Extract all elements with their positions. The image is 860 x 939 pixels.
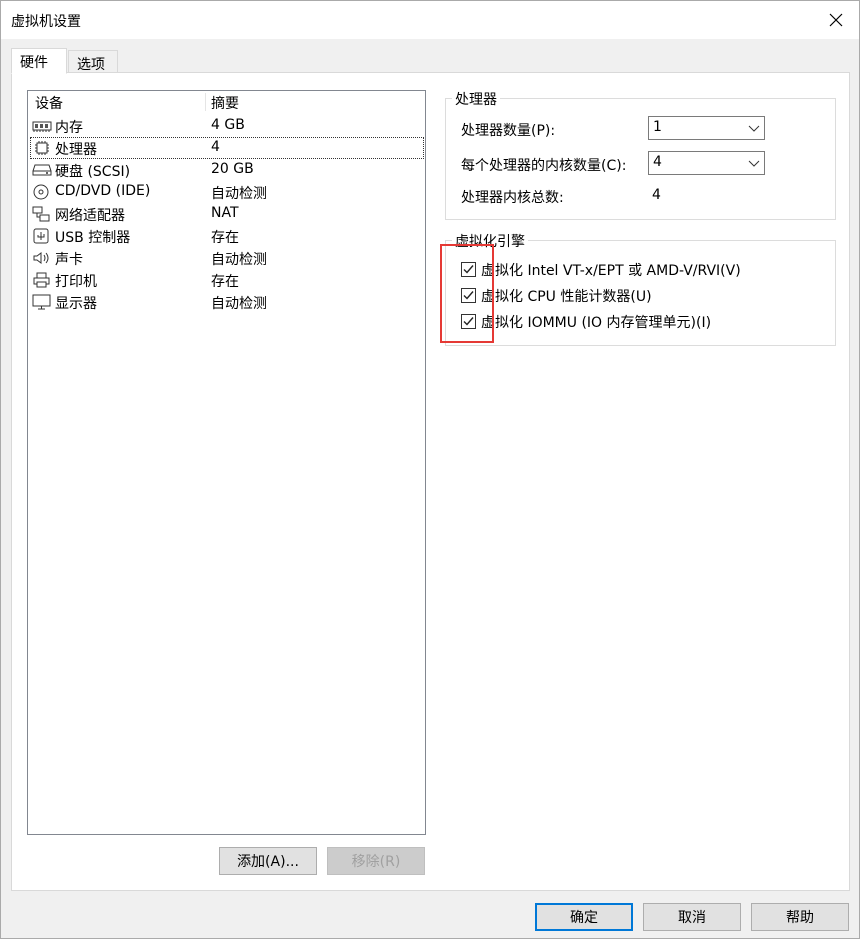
iommu-checkbox[interactable] — [461, 314, 476, 329]
cores-per-processor-value: 4 — [653, 154, 662, 170]
device-list-header: 设备 摘要 — [28, 91, 425, 113]
network-icon — [32, 206, 52, 222]
device-summary: NAT — [211, 205, 239, 221]
device-summary: 20 GB — [211, 161, 254, 177]
processor-count-select[interactable]: 1 — [648, 116, 765, 140]
processor-count-value: 1 — [653, 119, 662, 135]
cdrom-icon — [32, 184, 52, 200]
cancel-button[interactable]: 取消 — [643, 903, 741, 931]
virtualization-engine-group: 虚拟化引擎 虚拟化 Intel VT-x/EPT 或 AMD-V/RVI(V) … — [445, 231, 836, 346]
iommu-label[interactable]: 虚拟化 IOMMU (IO 内存管理单元)(I) — [481, 312, 711, 332]
checkmark-icon — [463, 265, 474, 274]
cores-per-processor-label: 每个处理器的内核数量(C): — [461, 158, 627, 174]
processor-group: 处理器 处理器数量(P): 1 每个处理器的内核数量(C): 4 处理器内核总数… — [445, 89, 836, 220]
ok-button[interactable]: 确定 — [535, 903, 633, 931]
help-button[interactable]: 帮助 — [751, 903, 849, 931]
tab-options[interactable]: 选项 — [68, 50, 118, 73]
harddisk-icon — [32, 162, 52, 178]
checkmark-icon — [463, 317, 474, 326]
device-summary: 4 GB — [211, 117, 245, 133]
column-header-summary[interactable]: 摘要 — [211, 93, 239, 113]
device-name: 声卡 — [55, 252, 83, 268]
device-summary: 自动检测 — [211, 252, 267, 268]
cores-per-processor-select[interactable]: 4 — [648, 151, 765, 175]
checkmark-icon — [463, 291, 474, 300]
device-row-display[interactable]: 显示器 自动检测 — [30, 291, 424, 313]
total-cores-value: 4 — [652, 187, 661, 203]
add-button[interactable]: 添加(A)... — [219, 847, 317, 875]
device-summary: 自动检测 — [211, 186, 267, 202]
chevron-down-icon — [748, 125, 760, 132]
memory-icon — [32, 118, 52, 134]
cpu-perf-counter-checkbox[interactable] — [461, 288, 476, 303]
device-row-cdrom[interactable]: CD/DVD (IDE) 自动检测 — [30, 181, 424, 203]
device-name: USB 控制器 — [55, 230, 131, 246]
tab-hardware[interactable]: 硬件 — [11, 48, 67, 74]
printer-icon — [32, 272, 52, 288]
device-row-network[interactable]: 网络适配器 NAT — [30, 203, 424, 225]
device-summary: 存在 — [211, 230, 239, 246]
device-row-memory[interactable]: 内存 4 GB — [30, 115, 424, 137]
window-title: 虚拟机设置 — [11, 14, 81, 30]
close-icon — [829, 13, 843, 27]
usb-icon — [32, 228, 52, 244]
device-name: 网络适配器 — [55, 208, 125, 224]
cpu-perf-counter-label[interactable]: 虚拟化 CPU 性能计数器(U) — [481, 286, 652, 306]
column-header-device[interactable]: 设备 — [35, 93, 63, 113]
device-name: 处理器 — [55, 142, 97, 158]
remove-button[interactable]: 移除(R) — [327, 847, 425, 875]
processor-group-title: 处理器 — [452, 89, 500, 109]
total-cores-label: 处理器内核总数: — [461, 190, 564, 206]
device-summary: 存在 — [211, 274, 239, 290]
device-name: 硬盘 (SCSI) — [55, 164, 131, 180]
sound-icon — [32, 250, 52, 266]
device-row-sound[interactable]: 声卡 自动检测 — [30, 247, 424, 269]
vtx-ept-checkbox[interactable] — [461, 262, 476, 277]
device-row-harddisk[interactable]: 硬盘 (SCSI) 20 GB — [30, 159, 424, 181]
device-name: 显示器 — [55, 296, 97, 312]
device-row-processor[interactable]: 处理器 4 — [30, 137, 424, 159]
title-bar: 虚拟机设置 — [1, 1, 859, 39]
device-name: 打印机 — [55, 274, 97, 290]
virtualization-group-title: 虚拟化引擎 — [452, 231, 528, 251]
device-name: 内存 — [55, 120, 83, 136]
close-button[interactable] — [813, 1, 859, 39]
vm-settings-dialog: 虚拟机设置 硬件 选项 设备 摘要 内存 4 GB 处理器 4 硬盘 (SCSI… — [0, 0, 860, 939]
processor-count-label: 处理器数量(P): — [461, 123, 556, 139]
hardware-panel: 设备 摘要 内存 4 GB 处理器 4 硬盘 (SCSI) 20 GB CD/D… — [11, 72, 850, 891]
device-list[interactable]: 设备 摘要 内存 4 GB 处理器 4 硬盘 (SCSI) 20 GB CD/D… — [27, 90, 426, 835]
device-row-printer[interactable]: 打印机 存在 — [30, 269, 424, 291]
device-row-usb[interactable]: USB 控制器 存在 — [30, 225, 424, 247]
device-summary: 自动检测 — [211, 296, 267, 312]
column-separator[interactable] — [205, 93, 206, 111]
chevron-down-icon — [748, 160, 760, 167]
processor-icon — [32, 140, 52, 156]
device-summary: 4 — [211, 139, 220, 155]
monitor-icon — [32, 294, 52, 310]
vtx-ept-label[interactable]: 虚拟化 Intel VT-x/EPT 或 AMD-V/RVI(V) — [481, 260, 741, 280]
device-name: CD/DVD (IDE) — [55, 183, 151, 199]
